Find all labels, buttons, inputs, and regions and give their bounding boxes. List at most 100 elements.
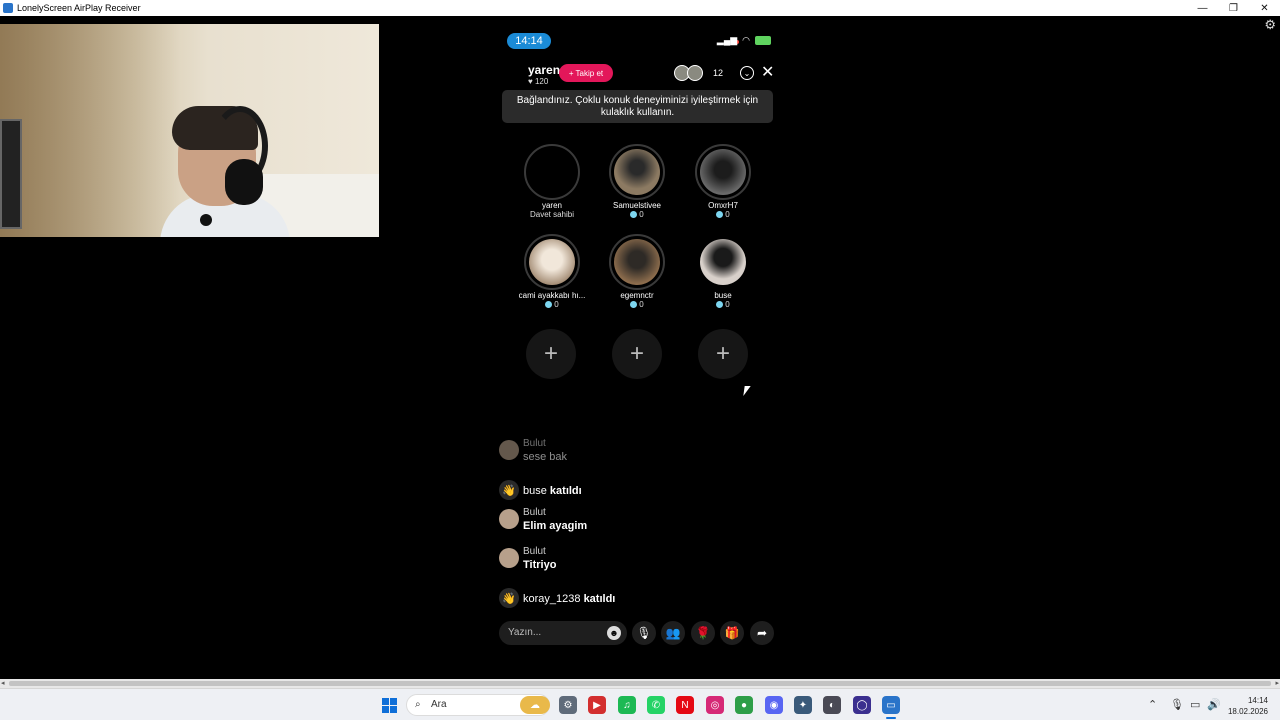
taskbar-clock[interactable]: 14:14 18.02.2026	[1226, 695, 1268, 717]
guest-slot[interactable]: yaren Davet sahibi	[507, 144, 597, 219]
weather-widget-icon[interactable]: ☁	[520, 696, 550, 714]
scroll-left-icon[interactable]: ◂	[1, 679, 5, 687]
guests-icon[interactable]: 👥	[661, 621, 685, 645]
guest-role: Davet sahibi	[529, 210, 575, 219]
guest-name: buse	[714, 291, 732, 300]
microphone-tray-icon[interactable]: 🎙	[1170, 698, 1184, 711]
window-titlebar: LonelyScreen AirPlay Receiver — ❐ ✕	[0, 0, 1280, 16]
horizontal-scrollbar[interactable]: ◂ ▸	[0, 679, 1280, 688]
viewer-count[interactable]: 12	[713, 68, 723, 78]
guest-name: Samuelstivee	[612, 201, 662, 210]
scrollbar-thumb[interactable]	[9, 681, 1271, 686]
search-icon: ⌕	[415, 699, 421, 710]
avatar	[609, 144, 665, 200]
wave-icon: 👋	[499, 480, 519, 500]
viewer-avatar	[687, 65, 703, 81]
steam-icon[interactable]: ◐	[823, 696, 841, 714]
gem-icon	[630, 211, 638, 218]
whatsapp-icon[interactable]: ✆	[647, 696, 665, 714]
battery-icon	[755, 36, 771, 45]
window-title: LonelyScreen AirPlay Receiver	[17, 3, 141, 13]
guest-slot[interactable]: buse 0	[678, 234, 768, 309]
scroll-right-icon[interactable]: ▸	[1275, 679, 1279, 687]
spotify-icon[interactable]: ♫	[618, 696, 636, 714]
window-controls: — ❐ ✕	[1187, 0, 1280, 16]
gear-icon[interactable]: ⚙	[1264, 17, 1276, 33]
avatar	[524, 234, 580, 290]
close-window-button[interactable]: ✕	[1249, 0, 1280, 16]
chat-user: Bulut	[523, 438, 546, 449]
instagram-icon[interactable]: ◎	[706, 696, 724, 714]
host-name[interactable]: yaren	[528, 63, 560, 77]
app-red-icon[interactable]: ▶	[588, 696, 606, 714]
headset-earcup	[225, 159, 263, 205]
monitor	[0, 119, 22, 229]
app-purple-icon[interactable]: ◯	[853, 696, 871, 714]
netflix-icon[interactable]: N	[676, 696, 694, 714]
close-icon[interactable]: ✕	[761, 62, 774, 82]
app-network-icon[interactable]: ✦	[794, 696, 812, 714]
add-guest-button[interactable]: +	[698, 329, 748, 379]
rose-gift-icon[interactable]: 🌹	[691, 621, 715, 645]
chat-text: sese bak	[523, 451, 568, 463]
maximize-button[interactable]: ❐	[1218, 0, 1249, 16]
chat-join: 👋 koray_1238 katıldı	[499, 586, 769, 614]
chat-join: 👋 buse katıldı	[499, 478, 769, 506]
signal-icon: ▂▄▆	[716, 35, 738, 45]
avatar	[695, 144, 751, 200]
add-guest-button[interactable]: +	[526, 329, 576, 379]
windows-start-icon[interactable]	[382, 698, 397, 713]
chat-join-text: buse katıldı	[523, 485, 582, 497]
avatar	[499, 548, 519, 568]
chat-message: Bulut sese bak	[499, 438, 769, 466]
chat-join-text: koray_1238 katıldı	[523, 593, 616, 605]
add-guest-button[interactable]: +	[612, 329, 662, 379]
gem-icon	[630, 301, 638, 308]
phone-clock: 14:14	[507, 33, 551, 49]
settings-icon[interactable]: ⚙	[559, 696, 577, 714]
chat-text: Titriyo	[523, 559, 557, 571]
chat-composer: Yazın... ☻ 🎙 👥 🌹 🎁 ➦	[499, 621, 779, 647]
network-icon[interactable]: ▭	[1190, 698, 1200, 711]
chat-user: Bulut	[523, 546, 546, 557]
guest-gems: 0	[507, 300, 597, 309]
guest-gems: 0	[678, 210, 768, 219]
chevron-up-icon[interactable]: ⌃	[1148, 698, 1157, 711]
phone-screen: 14:14 ▂▄▆ ◠ yaren ♥ 120 + Takip et 12 ⌄ …	[497, 24, 783, 664]
guest-slot[interactable]: cami ayakkabı hı... 0	[507, 234, 597, 309]
microphone-icon[interactable]: 🎙	[632, 621, 656, 645]
chat-text: Elim ayagim	[523, 520, 588, 532]
follow-button[interactable]: + Takip et	[559, 64, 613, 82]
chat-user: Bulut	[523, 507, 546, 518]
wave-icon: 👋	[499, 588, 519, 608]
guest-name: yaren	[541, 201, 562, 210]
chat-message: Bulut Titriyo	[499, 546, 769, 574]
headphone-toast: Bağlandınız. Çoklu konuk deneyiminizi iy…	[502, 90, 773, 123]
guest-slot[interactable]: OmxrH7 0	[678, 144, 768, 219]
chevron-down-icon[interactable]: ⌄	[740, 66, 754, 80]
discord-icon[interactable]: ◉	[765, 696, 783, 714]
lonelyscreen-icon[interactable]: ▭	[882, 696, 900, 714]
guest-slot[interactable]: Samuelstivee 0	[592, 144, 682, 219]
guest-name: cami ayakkabı hı...	[518, 291, 586, 300]
guest-gems: 0	[592, 300, 682, 309]
chrome-icon[interactable]: ●	[735, 696, 753, 714]
app-icon	[3, 3, 13, 13]
avatar	[695, 234, 751, 290]
headset-mic	[200, 214, 212, 226]
minimize-button[interactable]: —	[1187, 0, 1218, 16]
guest-gems: 0	[592, 210, 682, 219]
plus-icon: +	[568, 68, 574, 78]
share-icon[interactable]: ➦	[750, 621, 774, 645]
phone-status-bar: 14:14 ▂▄▆ ◠	[507, 33, 777, 51]
host-header: yaren ♥ 120 + Takip et 12 ⌄ ✕	[515, 61, 777, 87]
viewer-avatars[interactable]	[674, 65, 703, 81]
gift-icon[interactable]: 🎁	[720, 621, 744, 645]
volume-icon[interactable]: 🔊	[1207, 698, 1221, 711]
wifi-icon: ◠	[742, 35, 750, 45]
avatar	[524, 144, 580, 200]
avatar	[499, 509, 519, 529]
guest-name: OmxrH7	[708, 201, 738, 210]
emoji-icon[interactable]: ☻	[607, 626, 621, 640]
guest-slot[interactable]: egemnctr 0	[592, 234, 682, 309]
